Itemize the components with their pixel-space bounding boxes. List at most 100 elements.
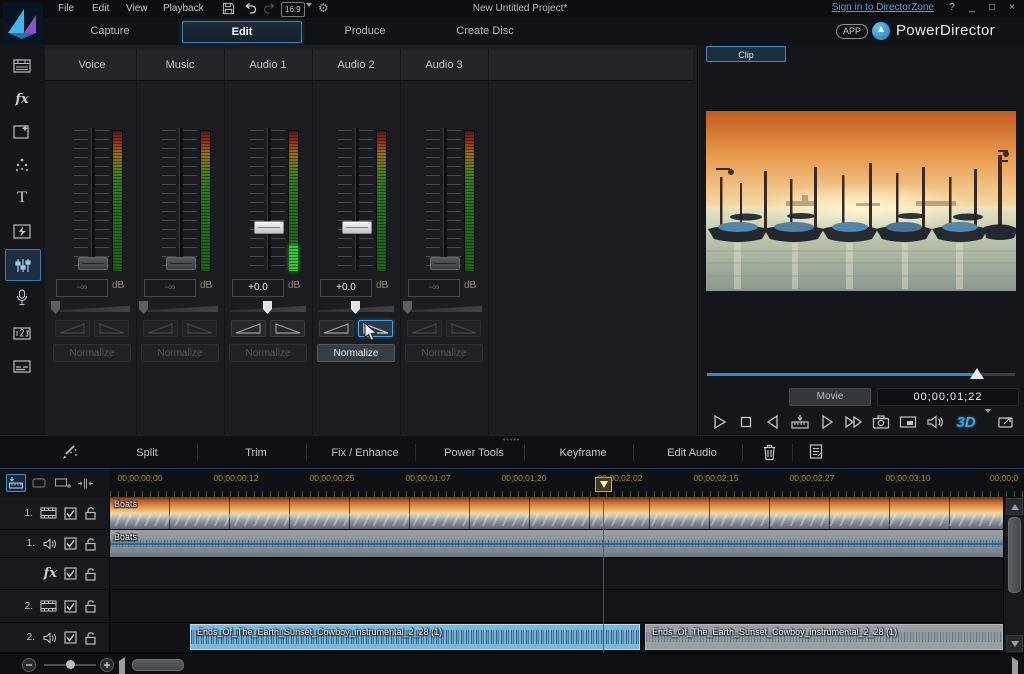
maximize-button[interactable]: □ <box>984 0 1000 18</box>
playhead-marker[interactable] <box>595 477 612 492</box>
sidebar-item-audio-mixing-room[interactable] <box>5 249 41 281</box>
music-clip[interactable]: Ends_Of_The_Earth_Sunset_Cowboy_instrume… <box>645 624 1003 650</box>
normalize-button[interactable]: Normalize <box>405 344 483 362</box>
undo-icon[interactable] <box>243 2 257 15</box>
add-track-tool[interactable] <box>52 474 72 492</box>
sidebar-item-pip-objects-room[interactable] <box>5 117 39 147</box>
fade-out-button[interactable] <box>446 320 481 337</box>
save-icon[interactable] <box>222 2 235 15</box>
track-enable-checkbox[interactable] <box>64 507 77 520</box>
sidebar-item-transition-room[interactable] <box>5 216 39 246</box>
volume-fader-handle[interactable] <box>430 257 460 270</box>
sidebar-item-particle-room[interactable] <box>5 150 39 180</box>
fade-out-button[interactable] <box>270 320 305 337</box>
horizontal-scroll-thumb[interactable] <box>132 659 184 671</box>
track-fx[interactable] <box>110 558 1003 590</box>
pan-slider-handle[interactable] <box>403 301 412 314</box>
fade-out-button[interactable] <box>358 320 393 337</box>
volume-fader-handle[interactable] <box>78 257 108 270</box>
magic-tools-icon[interactable] <box>60 444 78 461</box>
fade-in-button[interactable] <box>55 320 90 337</box>
previous-frame-button[interactable] <box>761 411 785 433</box>
tab-create-disc[interactable]: Create Disc <box>430 21 540 41</box>
menu-view[interactable]: View <box>120 0 154 18</box>
sidebar-item-voice-over-room[interactable] <box>5 282 39 312</box>
volume-fader-handle[interactable] <box>342 221 372 234</box>
fix-enhance-button[interactable]: Fix / Enhance <box>320 444 410 462</box>
vertical-scroll-thumb[interactable] <box>1008 517 1021 593</box>
production-notes-icon[interactable] <box>808 443 824 460</box>
step-marker-button[interactable] <box>788 411 812 433</box>
fade-in-button[interactable] <box>319 320 354 337</box>
pan-slider-handle[interactable] <box>139 301 148 314</box>
track-enable-checkbox[interactable] <box>64 567 77 580</box>
redo-icon[interactable] <box>263 2 277 15</box>
timecode-display[interactable]: 00;00;01;22 <box>877 388 1019 406</box>
gain-value[interactable]: -∞ <box>408 279 460 297</box>
normalize-button[interactable]: Normalize <box>53 344 131 362</box>
sidebar-item-media-room[interactable] <box>5 51 39 81</box>
track-video2[interactable] <box>110 590 1003 623</box>
scroll-down-icon[interactable] <box>1006 635 1023 652</box>
volume-button[interactable] <box>923 411 947 433</box>
sidebar-item-chapter-room[interactable] <box>5 318 39 348</box>
split-button[interactable]: Split <box>102 444 192 462</box>
scroll-left-icon[interactable] <box>119 661 125 674</box>
pan-slider-handle[interactable] <box>351 301 360 314</box>
normalize-button[interactable]: Normalize <box>317 344 395 362</box>
fade-out-button[interactable] <box>182 320 217 337</box>
menu-playback[interactable]: Playback <box>157 0 210 18</box>
close-button[interactable]: × <box>1004 0 1020 18</box>
minimize-button[interactable]: _ <box>964 0 980 18</box>
video-clip-boats[interactable] <box>110 497 1003 529</box>
sidebar-item-title-room[interactable]: T <box>5 183 39 213</box>
tab-edit[interactable]: Edit <box>182 21 302 43</box>
volume-fader-handle[interactable] <box>254 221 284 234</box>
snapshot-button[interactable] <box>869 411 893 433</box>
stop-button[interactable] <box>734 411 758 433</box>
track-audio1[interactable]: Boats <box>110 530 1003 558</box>
seek-handle[interactable] <box>970 368 984 379</box>
signin-directorzone-link[interactable]: Sign in to DirectorZone <box>832 2 934 13</box>
track-header-audio2[interactable]: 2. <box>0 623 110 653</box>
sidebar-item-effect-room[interactable]: fx <box>5 84 39 114</box>
gain-value[interactable]: -∞ <box>144 279 196 297</box>
normalize-button[interactable]: Normalize <box>141 344 219 362</box>
track-lock-icon[interactable] <box>84 537 97 551</box>
tab-capture[interactable]: Capture <box>60 21 160 41</box>
3d-dropdown-icon[interactable] <box>985 413 991 431</box>
timeline-vertical-scrollbar[interactable] <box>1003 497 1024 653</box>
settings-gear-icon[interactable]: ⚙ <box>318 1 329 15</box>
range-select-tool[interactable] <box>29 474 49 492</box>
tab-movie[interactable]: Movie <box>789 388 871 406</box>
app-badge[interactable]: APP <box>836 24 868 39</box>
tab-clip[interactable]: Clip <box>706 46 786 62</box>
menu-file[interactable]: File <box>52 0 80 18</box>
pan-slider-handle[interactable] <box>51 301 60 314</box>
fade-in-button[interactable] <box>143 320 178 337</box>
tab-produce[interactable]: Produce <box>315 21 415 41</box>
fade-in-button[interactable] <box>407 320 442 337</box>
track-lock-icon[interactable] <box>84 599 97 613</box>
track-lock-icon[interactable] <box>84 631 97 645</box>
undock-preview-button[interactable] <box>994 411 1018 433</box>
track-header-video1[interactable]: 1. <box>0 497 110 530</box>
trim-button[interactable]: Trim <box>211 444 301 462</box>
aspect-ratio-selector[interactable]: 16:9 <box>281 2 305 17</box>
panel-grip[interactable]: ••••• <box>503 437 520 444</box>
gain-value[interactable]: +0.0 <box>232 279 284 297</box>
delete-trash-icon[interactable] <box>762 443 777 461</box>
pan-slider-handle[interactable] <box>263 301 272 314</box>
timeline-ruler[interactable]: 00;00;00;00 00;00;00;12 00;00;00;25 00;0… <box>110 469 1024 497</box>
track-header-video2[interactable]: 2. <box>0 590 110 623</box>
edit-audio-button[interactable]: Edit Audio <box>647 444 737 462</box>
precision-cut-tool[interactable] <box>75 474 95 492</box>
track-enable-checkbox[interactable] <box>64 600 77 613</box>
track-audio2[interactable]: Ends_Of_The_Earth_Sunset_Cowboy_instrume… <box>110 623 1003 653</box>
preview-seek-bar[interactable] <box>707 368 1015 380</box>
fade-out-button[interactable] <box>94 320 129 337</box>
scroll-right-icon[interactable] <box>1012 661 1018 674</box>
track-header-fx[interactable]: fx <box>0 558 110 590</box>
timeline-ruler-tool[interactable] <box>6 474 26 492</box>
next-frame-button[interactable] <box>815 411 839 433</box>
